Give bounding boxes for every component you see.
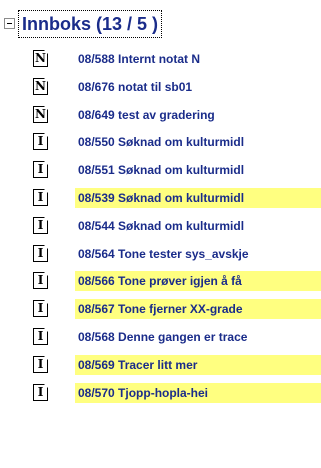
list-item-label[interactable]: 08/550 Søknad om kulturmidl [75, 132, 321, 152]
list-item-label[interactable]: 08/569 Tracer litt mer [75, 354, 321, 375]
list-item[interactable]: I 08/570 Tjopp-hopla-hei [0, 379, 321, 407]
list-item[interactable]: N 08/588 Internt notat N [0, 45, 321, 73]
incoming-i-icon: I [33, 327, 48, 345]
list-item[interactable]: I 08/566 Tone prøver igjen å få [0, 267, 321, 295]
list-item-label[interactable]: 08/570 Tjopp-hopla-hei [75, 382, 321, 403]
folder-row-innboks[interactable]: Innboks (13 / 5 ) [2, 10, 321, 40]
folder-label[interactable]: Innboks (13 / 5 ) [18, 10, 163, 38]
list-item-label[interactable]: 08/676 notat til sb01 [75, 77, 321, 97]
incoming-i-icon: I [33, 383, 48, 401]
document-type-glyph: N [35, 51, 46, 65]
document-type-glyph: I [37, 189, 44, 204]
document-type-glyph: N [35, 106, 46, 121]
collapse-toggle-icon[interactable] [4, 18, 15, 29]
list-item-label[interactable]: 08/564 Tone tester sys_avskje [75, 244, 321, 264]
list-item[interactable]: I 08/567 Tone fjerner XX-grade [0, 295, 321, 323]
list-item[interactable]: I 08/550 Søknad om kulturmidl [0, 128, 321, 156]
list-item[interactable]: I 08/569 Tracer litt mer [0, 351, 321, 379]
list-item[interactable]: I 08/539 Søknad om kulturmidl [0, 184, 321, 212]
list-item-label[interactable]: 08/566 Tone prøver igjen å få [75, 271, 321, 292]
document-type-glyph: I [37, 301, 44, 316]
document-type-glyph: I [37, 273, 44, 288]
incoming-i-icon: I [33, 355, 48, 373]
list-item[interactable]: I 08/564 Tone tester sys_avskje [0, 240, 321, 268]
list-item[interactable]: I 08/544 Søknad om kulturmidl [0, 212, 321, 240]
list-item-label[interactable]: 08/588 Internt notat N [75, 49, 321, 69]
document-type-glyph: I [37, 384, 44, 399]
list-item-label[interactable]: 08/551 Søknad om kulturmidl [75, 160, 321, 180]
document-type-glyph: I [37, 162, 44, 177]
document-type-glyph: I [37, 328, 44, 343]
document-type-glyph: I [37, 245, 44, 260]
list-item[interactable]: N 08/649 test av gradering [0, 101, 321, 129]
incoming-i-icon: I [33, 272, 48, 290]
document-list: N 08/588 Internt notat N N 08/676 notat til… [0, 45, 321, 406]
note-n-icon: N [33, 105, 48, 123]
document-type-glyph: I [37, 217, 44, 232]
list-item[interactable]: I 08/568 Denne gangen er trace [0, 323, 321, 351]
incoming-i-icon: I [33, 161, 48, 179]
list-item-label[interactable]: 08/539 Søknad om kulturmidl [75, 187, 321, 208]
list-item-label[interactable]: 08/567 Tone fjerner XX-grade [75, 299, 321, 320]
incoming-i-icon: I [33, 188, 48, 206]
document-type-glyph: I [37, 356, 44, 371]
incoming-i-icon: I [33, 133, 48, 151]
list-item-label[interactable]: 08/544 Søknad om kulturmidl [75, 216, 321, 236]
inbox-tree: Innboks (13 / 5 ) N 08/588 Internt notat … [0, 0, 321, 468]
incoming-i-icon: I [33, 300, 48, 318]
note-n-icon: N [33, 77, 48, 95]
list-item-label[interactable]: 08/649 test av gradering [75, 105, 321, 125]
list-item-label[interactable]: 08/568 Denne gangen er trace [75, 327, 321, 347]
list-item[interactable]: I 08/551 Søknad om kulturmidl [0, 156, 321, 184]
note-n-icon: N [33, 50, 48, 67]
document-type-glyph: I [37, 134, 44, 149]
list-item[interactable]: N 08/676 notat til sb01 [0, 73, 321, 101]
document-type-glyph: N [35, 78, 46, 93]
incoming-i-icon: I [33, 244, 48, 262]
incoming-i-icon: I [33, 216, 48, 234]
